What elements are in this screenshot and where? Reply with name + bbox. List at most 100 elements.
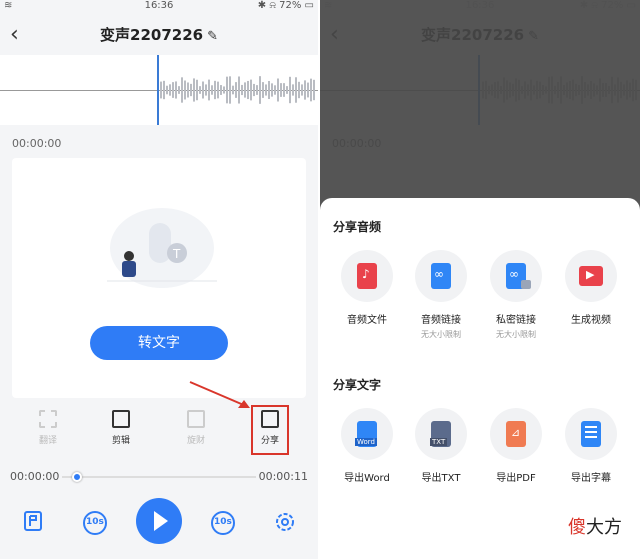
waveform-bar [283, 83, 285, 97]
waveform-bar [289, 76, 291, 104]
flag-icon[interactable] [20, 510, 46, 536]
rewind-label: 10s [86, 517, 104, 527]
export-txt-option[interactable]: TXT 导出TXT [406, 408, 476, 484]
waveform-bar [268, 80, 270, 100]
waveform-bar [310, 78, 312, 102]
progress-knob[interactable] [72, 472, 82, 482]
dim-overlay[interactable] [320, 0, 640, 220]
audio-link-option[interactable]: ∞ 音频链接 无大小限制 [406, 250, 476, 340]
waveform-bar [229, 76, 231, 104]
waveform-bar [235, 82, 237, 98]
waveform-bar [298, 81, 300, 99]
option-label: 生成视频 [571, 315, 611, 326]
share-audio-title: 分享音频 [333, 220, 382, 234]
crop-icon [112, 410, 130, 428]
option-label: 导出PDF [496, 473, 536, 484]
waveform[interactable] [0, 55, 318, 125]
waveform-bar [271, 83, 273, 97]
waveform-bar [160, 81, 162, 99]
playback-bar: 00:00:00 00:00:11 [0, 466, 318, 490]
tool-label: 翻译 [38, 436, 57, 446]
waveform-bar [286, 86, 288, 94]
export-word-option[interactable]: Word 导出Word [332, 408, 402, 484]
export-pdf-option[interactable]: ⊿ 导出PDF [481, 408, 551, 484]
waveform-bar [193, 78, 195, 102]
waveform-bar [256, 85, 258, 95]
total-time: 00:00:11 [258, 470, 308, 483]
waveform-bar [211, 85, 213, 95]
waveform-bar [226, 76, 228, 104]
header: ‹ 变声2207226✎ [0, 20, 318, 50]
rewind-button[interactable]: 10s [80, 510, 110, 536]
forward-button[interactable]: 10s [208, 510, 238, 536]
waveform-bar [175, 81, 177, 99]
waveform-bar [208, 79, 210, 101]
waveform-bar [163, 80, 165, 100]
current-time: 00:00:00 [10, 470, 60, 483]
forward-label: 10s [214, 517, 232, 527]
translate-icon [39, 410, 57, 428]
waveform-bar [292, 84, 294, 96]
option-sublabel: 无大小限制 [421, 330, 461, 339]
option-label: 导出Word [344, 473, 390, 484]
status-battery: ✱ ⍾ 72% ▭ [257, 0, 314, 11]
tool-crop[interactable]: 剪辑 [99, 410, 143, 446]
pdf-icon: ⊿ [490, 408, 542, 460]
convert-to-text-button[interactable]: 转文字 [90, 326, 228, 360]
option-label: 音频链接 [421, 315, 461, 326]
progress-track[interactable] [62, 476, 256, 478]
waveform-bar [190, 83, 192, 97]
music-file-icon: ♪ [341, 250, 393, 302]
title-text: 变声2207226 [100, 26, 204, 44]
waveform-time: 00:00:00 [12, 137, 62, 150]
playhead-cursor[interactable] [157, 55, 159, 125]
transcription-card: T 转文字 [12, 158, 306, 398]
waveform-bar [313, 79, 315, 101]
waveform-bar [217, 81, 219, 99]
settings-gear-icon[interactable] [272, 510, 298, 536]
waveform-bar [169, 84, 171, 96]
waveform-bar [214, 80, 216, 100]
waveform-bar [181, 77, 183, 103]
generate-video-option[interactable]: ▶ 生成视频 [556, 250, 626, 326]
video-icon: ▶ [565, 250, 617, 302]
waveform-bar [166, 85, 168, 95]
edit-icon[interactable]: ✎ [207, 22, 218, 52]
waveform-bar [304, 80, 306, 100]
page-title: 变声2207226✎ [0, 20, 318, 52]
waveform-bar [253, 83, 255, 97]
option-label: 私密链接 [496, 315, 536, 326]
option-label: 音频文件 [347, 315, 387, 326]
play-button[interactable] [136, 498, 182, 544]
waveform-bar [205, 84, 207, 96]
waveform-bar [244, 82, 246, 98]
tool-translate[interactable]: 翻译 [26, 410, 70, 446]
waveform-bar [250, 79, 252, 101]
tool-label: 旋财 [186, 436, 205, 446]
waveform-bar [223, 86, 225, 94]
waveform-bar [220, 85, 222, 95]
waveform-bar [259, 76, 261, 104]
waveform-bar [199, 86, 201, 94]
audio-file-option[interactable]: ♪ 音频文件 [332, 250, 402, 326]
waveform-bar [301, 84, 303, 96]
waveform-bar [172, 82, 174, 98]
waveform-bar [196, 79, 198, 101]
word-tag: Word [355, 438, 377, 446]
private-link-option[interactable]: ∞ 私密链接 无大小限制 [481, 250, 551, 340]
private-link-icon: ∞ [490, 250, 542, 302]
waveform-bar [238, 76, 240, 104]
waveform-bar [277, 78, 279, 102]
share-highlight-box [251, 405, 289, 455]
waveform-bar [187, 82, 189, 98]
waveform-bar [274, 85, 276, 95]
waveform-bar [184, 80, 186, 100]
waveform-bars [160, 76, 315, 104]
share-screen: ≋ 16:36 ✱ ⍾ 72% ▭ ‹ 变声2207226✎ 00:00:00 … [320, 0, 640, 559]
watermark: 傻大方 [568, 513, 622, 539]
export-subtitle-option[interactable]: 导出字幕 [556, 408, 626, 484]
player-controls: 10s 10s [0, 498, 318, 548]
watermark-black: 大方 [586, 517, 622, 538]
waveform-bar [247, 80, 249, 100]
waveform-bar [265, 84, 267, 96]
